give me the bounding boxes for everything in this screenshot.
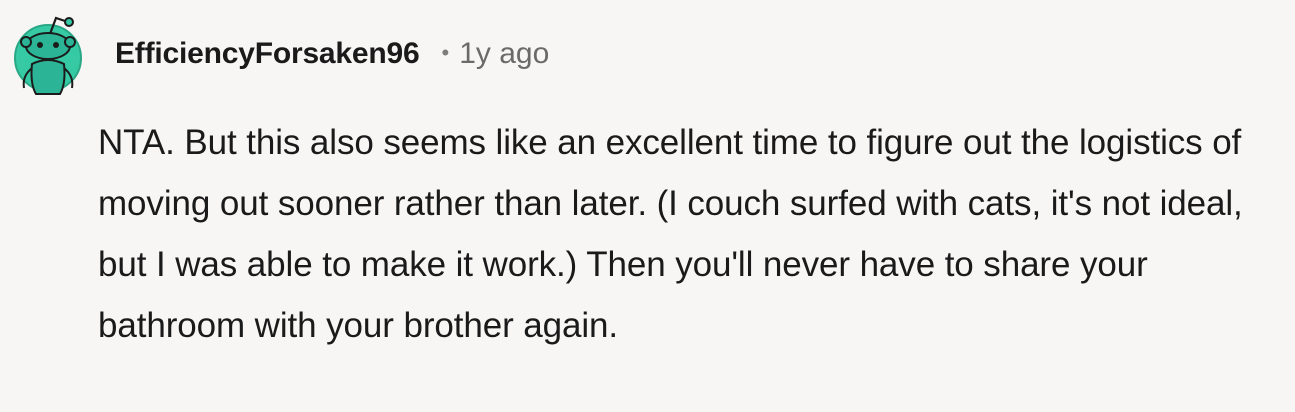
comment-card: EfficiencyForsaken96 • 1y ago NTA. But t… bbox=[0, 0, 1295, 412]
username-link[interactable]: EfficiencyForsaken96 bbox=[115, 37, 420, 71]
snoo-avatar-icon bbox=[14, 16, 82, 95]
meta-separator: • bbox=[441, 40, 450, 65]
comment-timestamp[interactable]: 1y ago bbox=[459, 37, 549, 71]
comment-body: NTA. But this also seems like an excelle… bbox=[98, 112, 1278, 356]
comment-text: NTA. But this also seems like an excelle… bbox=[98, 123, 1243, 345]
comment-meta: EfficiencyForsaken96 • 1y ago bbox=[115, 32, 549, 76]
user-avatar[interactable] bbox=[12, 6, 84, 96]
